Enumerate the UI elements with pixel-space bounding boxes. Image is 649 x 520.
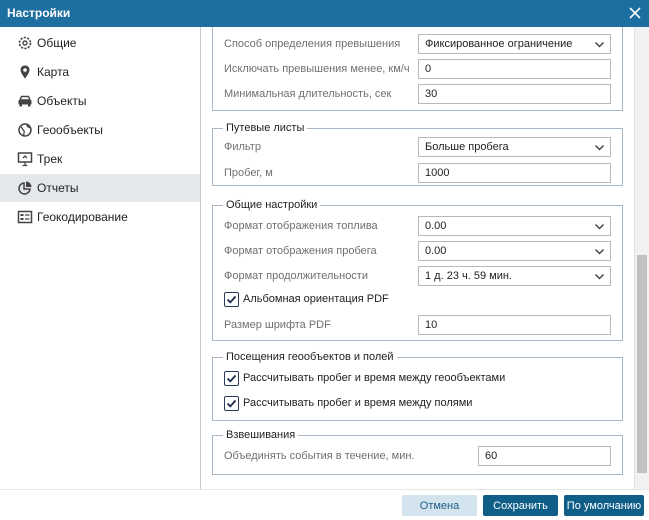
min-duration-label: Минимальная длительность, сек	[224, 88, 392, 100]
scrollbar-thumb[interactable]	[637, 255, 647, 473]
mileage-format-value: 0.00	[425, 245, 447, 257]
pdf-font-size-label: Размер шрифта PDF	[224, 319, 331, 331]
calc-between-geoobjects-checkbox[interactable]	[224, 371, 239, 386]
landscape-pdf-label: Альбомная ориентация PDF	[243, 293, 389, 305]
sidebar-item-general[interactable]: Общие	[0, 29, 200, 57]
gear-icon	[17, 35, 33, 51]
window-title: Настройки	[7, 6, 71, 20]
sidebar-item-label: Отчеты	[37, 181, 79, 195]
sidebar-item-label: Геокодирование	[37, 210, 128, 224]
mileage-format-label: Формат отображения пробега	[224, 245, 377, 257]
visits-legend: Посещения геообъектов и полей	[226, 351, 394, 363]
reports-settings-panel: Способ определения превышения Фиксирован…	[202, 27, 649, 489]
sidebar-item-label: Геообъекты	[37, 123, 103, 137]
chevron-down-icon	[594, 221, 605, 232]
visits-group: Посещения геообъектов и полей	[212, 351, 623, 421]
landscape-pdf-checkbox[interactable]	[224, 292, 239, 307]
general-settings-legend: Общие настройки	[226, 199, 318, 211]
content-scrollbar[interactable]	[634, 27, 649, 489]
default-button[interactable]: По умолчанию	[564, 495, 644, 516]
fuel-format-select[interactable]: 0.00	[418, 216, 611, 236]
waybill-filter-select[interactable]: Больше пробега	[418, 137, 611, 157]
settings-sidebar: Общие Карта Объекты Геообъекты Трек Отче…	[0, 27, 201, 489]
window-titlebar: Настройки	[0, 0, 649, 27]
sidebar-item-geoobjects[interactable]: Геообъекты	[0, 116, 200, 144]
min-duration-input[interactable]	[418, 84, 611, 104]
sidebar-item-label: Трек	[37, 152, 63, 166]
speeding-exclude-label: Исключать превышения менее, км/ч	[224, 63, 410, 75]
chevron-down-icon	[594, 142, 605, 153]
duration-format-select[interactable]: 1 д. 23 ч. 59 мин.	[418, 266, 611, 286]
dialog-footer: Отмена Сохранить По умолчанию	[0, 489, 649, 520]
checkmark-icon	[226, 399, 237, 408]
pdf-font-size-input[interactable]	[418, 315, 611, 335]
weighing-legend: Взвешивания	[226, 429, 296, 441]
fuel-format-label: Формат отображения топлива	[224, 220, 378, 232]
globe-icon	[17, 122, 33, 138]
mileage-format-select[interactable]: 0.00	[418, 241, 611, 261]
sidebar-item-label: Объекты	[37, 94, 87, 108]
merge-events-input[interactable]	[478, 446, 611, 466]
chevron-down-icon	[594, 39, 605, 50]
speeding-method-label: Способ определения превышения	[224, 38, 401, 50]
sidebar-item-label: Общие	[37, 36, 77, 50]
calc-between-geoobjects-label: Рассчитывать пробег и время между геообъ…	[243, 372, 506, 384]
track-icon	[17, 151, 33, 167]
sidebar-item-label: Карта	[37, 65, 70, 79]
duration-format-label: Формат продолжительности	[224, 270, 368, 282]
calc-between-fields-checkbox[interactable]	[224, 396, 239, 411]
merge-events-label: Объединять события в течение, мин.	[224, 450, 415, 462]
pie-chart-icon	[17, 180, 33, 196]
sidebar-item-objects[interactable]: Объекты	[0, 87, 200, 115]
duration-format-value: 1 д. 23 ч. 59 мин.	[425, 270, 512, 282]
checkmark-icon	[226, 374, 237, 383]
sidebar-item-map[interactable]: Карта	[0, 58, 200, 86]
chevron-down-icon	[594, 271, 605, 282]
speeding-exclude-input[interactable]	[418, 59, 611, 79]
cancel-button[interactable]: Отмена	[402, 495, 477, 516]
sidebar-item-reports[interactable]: Отчеты	[0, 174, 200, 202]
save-button[interactable]: Сохранить	[483, 495, 558, 516]
waybill-filter-label: Фильтр	[224, 141, 261, 153]
checkmark-icon	[226, 295, 237, 304]
sidebar-item-track[interactable]: Трек	[0, 145, 200, 173]
fuel-format-value: 0.00	[425, 220, 447, 232]
sidebar-item-geocoding[interactable]: Геокодирование	[0, 203, 200, 231]
waybill-mileage-label: Пробег, м	[224, 167, 273, 179]
speeding-method-select[interactable]: Фиксированное ограничение	[418, 34, 611, 54]
waybill-mileage-input[interactable]	[418, 163, 611, 183]
waybills-legend: Путевые листы	[226, 122, 305, 134]
speeding-method-value: Фиксированное ограничение	[425, 38, 573, 50]
chevron-down-icon	[594, 246, 605, 257]
close-icon[interactable]	[626, 3, 644, 23]
waybill-filter-value: Больше пробега	[425, 141, 509, 153]
calc-between-fields-label: Рассчитывать пробег и время между полями	[243, 397, 473, 409]
car-icon	[17, 93, 33, 109]
map-pin-icon	[17, 64, 33, 80]
geocoding-icon	[17, 209, 33, 225]
